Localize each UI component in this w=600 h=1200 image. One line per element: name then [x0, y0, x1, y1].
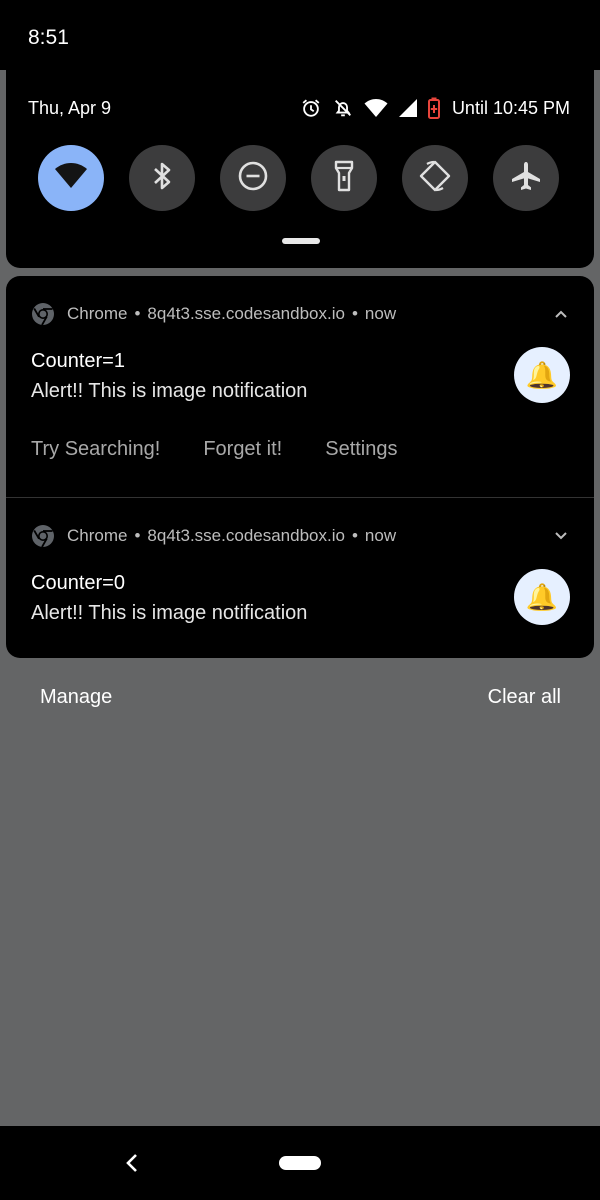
notification-header: Chrome • 8q4t3.sse.codesandbox.io • now — [31, 302, 396, 326]
navigation-bar — [0, 1126, 600, 1200]
tile-wifi[interactable] — [38, 145, 104, 211]
battery-saver-icon — [427, 97, 440, 119]
chrome-icon — [32, 525, 54, 548]
airplane-icon — [510, 160, 542, 197]
notification-image: 🔔 — [514, 569, 570, 625]
notification-time: now — [364, 304, 397, 323]
wifi-icon — [54, 162, 88, 195]
bell-icon: 🔔 — [525, 359, 559, 390]
clear-all-button[interactable]: Clear all — [488, 686, 561, 709]
status-bar: 8:51 — [0, 0, 600, 70]
notification-title: Counter=1 — [31, 350, 125, 372]
tile-flashlight[interactable] — [311, 145, 377, 211]
qs-tiles — [38, 145, 568, 213]
dnd-icon — [237, 160, 269, 197]
tile-do-not-disturb[interactable] — [220, 145, 286, 211]
quick-settings-panel: Thu, Apr 9 Until 10:45 PM — [6, 70, 594, 268]
notification-body: Alert!! This is image notification — [31, 602, 308, 624]
wifi-status-icon — [364, 98, 388, 118]
tile-airplane-mode[interactable] — [493, 145, 559, 211]
settings-button[interactable]: Settings — [325, 438, 397, 461]
notification-header: Chrome • 8q4t3.sse.codesandbox.io • now — [31, 524, 396, 548]
alarm-icon — [300, 97, 322, 119]
tile-bluetooth[interactable] — [129, 145, 195, 211]
bluetooth-icon — [152, 161, 172, 196]
notification-app-name: Chrome — [67, 526, 128, 545]
qs-drag-handle[interactable] — [282, 238, 320, 244]
qs-status-icons: Until 10:45 PM — [300, 96, 570, 120]
rotate-icon — [419, 160, 451, 197]
tile-auto-rotate[interactable] — [402, 145, 468, 211]
notification-time: now — [364, 526, 397, 545]
notification-app-name: Chrome — [67, 304, 128, 323]
back-icon[interactable] — [123, 1153, 141, 1178]
notification-title: Counter=0 — [31, 572, 125, 594]
clock: 8:51 — [28, 26, 69, 49]
notification-image: 🔔 — [514, 347, 570, 403]
manage-button[interactable]: Manage — [40, 686, 112, 709]
signal-icon — [398, 98, 418, 118]
home-pill-icon[interactable] — [279, 1156, 321, 1170]
notification-source: 8q4t3.sse.codesandbox.io — [147, 526, 345, 545]
notification-actions: Try Searching! Forget it! Settings — [31, 438, 398, 461]
notification-card[interactable]: Chrome • 8q4t3.sse.codesandbox.io • now … — [6, 498, 594, 658]
flashlight-icon — [333, 160, 355, 197]
chevron-up-icon[interactable] — [554, 306, 568, 324]
try-searching-button[interactable]: Try Searching! — [31, 438, 160, 461]
notifications-off-icon — [332, 97, 354, 119]
notification-source: 8q4t3.sse.codesandbox.io — [147, 304, 345, 323]
forget-it-button[interactable]: Forget it! — [203, 438, 282, 461]
chevron-down-icon[interactable] — [554, 528, 568, 546]
notification-group: Chrome • 8q4t3.sse.codesandbox.io • now … — [6, 276, 594, 658]
chrome-icon — [32, 303, 54, 326]
qs-date: Thu, Apr 9 — [28, 98, 112, 118]
bell-icon: 🔔 — [525, 581, 559, 612]
notification-card[interactable]: Chrome • 8q4t3.sse.codesandbox.io • now … — [6, 276, 594, 497]
battery-text: Until 10:45 PM — [451, 97, 570, 118]
notification-body: Alert!! This is image notification — [31, 380, 308, 402]
